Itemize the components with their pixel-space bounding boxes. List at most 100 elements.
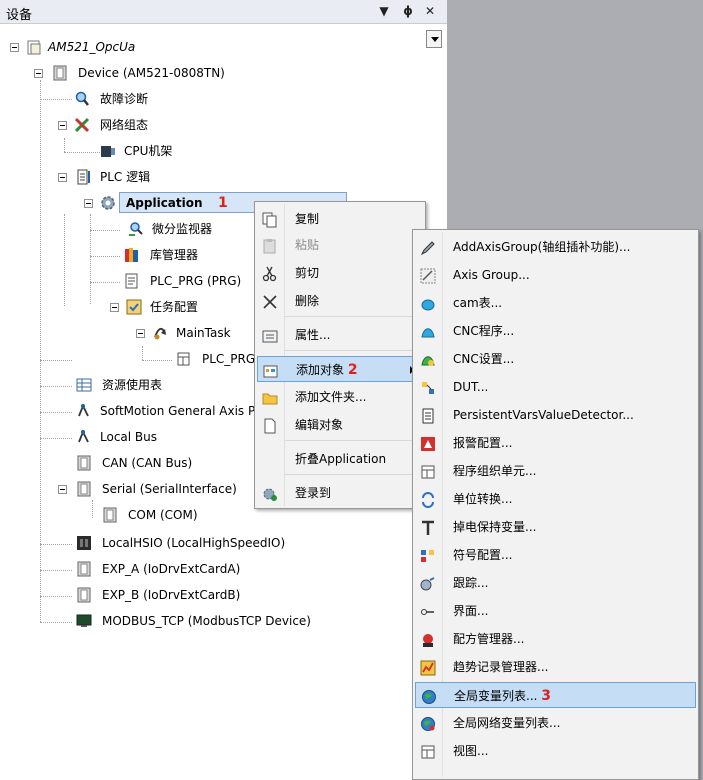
paste-icon bbox=[262, 237, 278, 254]
project-icon bbox=[26, 39, 42, 55]
submenu-item-cnc-program[interactable]: CNC程序... bbox=[415, 318, 696, 344]
submenu-item-trace[interactable]: 跟踪... bbox=[415, 570, 696, 596]
submenu-item-persistent-vars-detector[interactable]: PersistentVarsValueDetector... bbox=[415, 402, 696, 428]
menu-item-cut[interactable]: 剪切 bbox=[257, 260, 423, 286]
menu-item-collapse-application[interactable]: 折叠Application bbox=[257, 446, 423, 472]
submenu-item-retain-vars[interactable]: 掉电保持变量... bbox=[415, 514, 696, 540]
context-menu: 复制 粘贴 剪切 删除 属性... 添加对象 2 添加文件夹... 编辑对象 折… bbox=[254, 201, 426, 509]
tree-node-device[interactable]: Device (AM521-0808TN) bbox=[0, 62, 420, 84]
collapse-toggle-icon[interactable] bbox=[58, 485, 67, 494]
device-icon bbox=[102, 507, 118, 523]
menu-item-add-folder[interactable]: 添加文件夹... bbox=[257, 384, 423, 410]
hsio-module-icon bbox=[76, 535, 92, 551]
submenu-item-view[interactable]: 视图... bbox=[415, 738, 696, 764]
recipe-icon bbox=[420, 631, 436, 647]
task-cycle-icon bbox=[152, 325, 168, 341]
dut-icon bbox=[420, 379, 436, 395]
collapse-toggle-icon[interactable] bbox=[58, 173, 67, 182]
conversion-arrows-icon bbox=[420, 491, 436, 508]
tree-node-plc-prg-call[interactable]: PLC_PRG bbox=[0, 348, 258, 370]
rack-icon bbox=[100, 143, 116, 159]
diagnosis-magnifier-icon bbox=[74, 91, 90, 107]
tree-node-modbus-tcp[interactable]: MODBUS_TCP (ModbusTCP Device) bbox=[0, 610, 420, 632]
scissors-icon bbox=[262, 265, 278, 282]
submenu-item-recipe-manager[interactable]: 配方管理器... bbox=[415, 626, 696, 652]
monitor-magnifier-icon bbox=[128, 221, 144, 237]
submenu-item-alarm-config[interactable]: 报警配置... bbox=[415, 430, 696, 456]
monitor-device-icon bbox=[76, 613, 92, 629]
tree-node-plc-logic[interactable]: PLC 逻辑 bbox=[0, 166, 420, 188]
submenu-item-global-network-var-list[interactable]: 全局网络变量列表... bbox=[415, 710, 696, 736]
tree-node-exp-b[interactable]: EXP_B (IoDrvExtCardB) bbox=[0, 584, 420, 606]
step-badge-1: 1 bbox=[218, 195, 228, 211]
pane-header: 设备 ▼ ɸ ✕ bbox=[0, 0, 447, 24]
delete-x-icon bbox=[262, 293, 278, 309]
cam-icon bbox=[420, 295, 436, 311]
menu-item-edit-object[interactable]: 编辑对象 bbox=[257, 412, 423, 438]
plc-logic-icon bbox=[76, 169, 92, 185]
collapse-toggle-icon[interactable] bbox=[10, 43, 19, 52]
pane-dropdown-icon[interactable]: ▼ bbox=[376, 3, 392, 19]
menu-item-delete[interactable]: 删除 bbox=[257, 288, 423, 314]
device-icon bbox=[76, 455, 92, 471]
view-icon bbox=[420, 743, 436, 759]
trend-icon bbox=[420, 659, 436, 676]
tree-node-cpu-rack[interactable]: CPU机架 bbox=[0, 140, 420, 162]
tree-node-network-config[interactable]: 网络组态 bbox=[0, 114, 420, 136]
add-object-icon bbox=[263, 362, 279, 378]
tree-node-softmotion-axis-pool[interactable]: SoftMotion General Axis P bbox=[0, 400, 256, 422]
tree-node-fault-diagnosis[interactable]: 故障诊断 bbox=[0, 88, 420, 110]
submenu-item-trend-manager[interactable]: 趋势记录管理器... bbox=[415, 654, 696, 680]
device-icon bbox=[76, 481, 92, 497]
step-badge-3: 3 bbox=[541, 688, 552, 704]
tree-node-project[interactable]: AM521_OpcUa bbox=[0, 36, 420, 58]
collapse-toggle-icon[interactable] bbox=[110, 303, 119, 312]
close-icon[interactable]: ✕ bbox=[422, 3, 438, 19]
submenu-item-symbol-config[interactable]: 符号配置... bbox=[415, 542, 696, 568]
pou-call-icon bbox=[176, 351, 192, 367]
network-globe-icon bbox=[420, 715, 436, 731]
submenu-item-add-axis-group[interactable]: AddAxisGroup(轴组插补功能)... bbox=[415, 234, 696, 260]
submenu-item-interface[interactable]: 界面... bbox=[415, 598, 696, 624]
network-tools-icon bbox=[74, 117, 90, 133]
submenu-item-dut[interactable]: DUT... bbox=[415, 374, 696, 400]
pou-icon bbox=[420, 463, 436, 479]
add-object-submenu: AddAxisGroup(轴组插补功能)... Axis Group... ca… bbox=[412, 229, 699, 780]
menu-item-paste[interactable]: 粘贴 bbox=[257, 232, 423, 258]
submenu-item-unit-conversion[interactable]: 单位转换... bbox=[415, 486, 696, 512]
symbol-config-icon bbox=[420, 547, 436, 563]
tree-scroll-dropdown-button[interactable] bbox=[426, 30, 442, 48]
document-list-icon bbox=[420, 407, 436, 424]
axis-group-icon bbox=[420, 267, 436, 284]
submenu-item-pou[interactable]: 程序组织单元... bbox=[415, 458, 696, 484]
submenu-item-axis-group[interactable]: Axis Group... bbox=[415, 262, 696, 288]
program-document-icon bbox=[124, 273, 140, 289]
alarm-icon bbox=[420, 435, 436, 451]
menu-item-login[interactable]: 登录到 bbox=[257, 480, 423, 506]
table-icon bbox=[76, 377, 92, 393]
submenu-item-cam-table[interactable]: cam表... bbox=[415, 290, 696, 316]
gear-icon bbox=[100, 195, 116, 211]
properties-icon bbox=[262, 327, 278, 343]
bus-icon bbox=[76, 429, 92, 445]
menu-item-copy[interactable]: 复制 bbox=[257, 206, 423, 232]
submenu-item-cnc-settings[interactable]: CNC设置... bbox=[415, 346, 696, 372]
cnc-settings-icon bbox=[420, 351, 436, 367]
tree-node-local-hsio[interactable]: LocalHSIO (LocalHighSpeedIO) bbox=[0, 532, 420, 554]
menu-item-properties[interactable]: 属性... bbox=[257, 322, 423, 348]
collapse-toggle-icon[interactable] bbox=[34, 69, 43, 78]
pin-icon[interactable]: ɸ bbox=[400, 3, 416, 19]
collapse-toggle-icon[interactable] bbox=[84, 199, 93, 208]
axis-pool-icon bbox=[76, 403, 92, 419]
device-icon bbox=[76, 561, 92, 577]
tree-node-exp-a[interactable]: EXP_A (IoDrvExtCardA) bbox=[0, 558, 420, 580]
menu-item-add-object[interactable]: 添加对象 2 bbox=[257, 356, 423, 382]
collapse-toggle-icon[interactable] bbox=[136, 329, 145, 338]
collapse-toggle-icon[interactable] bbox=[58, 121, 67, 130]
globe-icon bbox=[421, 688, 437, 704]
pencil-icon bbox=[420, 239, 436, 256]
device-icon bbox=[52, 65, 68, 81]
interface-icon bbox=[420, 603, 436, 619]
submenu-item-global-var-list[interactable]: 全局变量列表... 3 bbox=[415, 682, 696, 708]
task-config-icon bbox=[126, 299, 142, 315]
